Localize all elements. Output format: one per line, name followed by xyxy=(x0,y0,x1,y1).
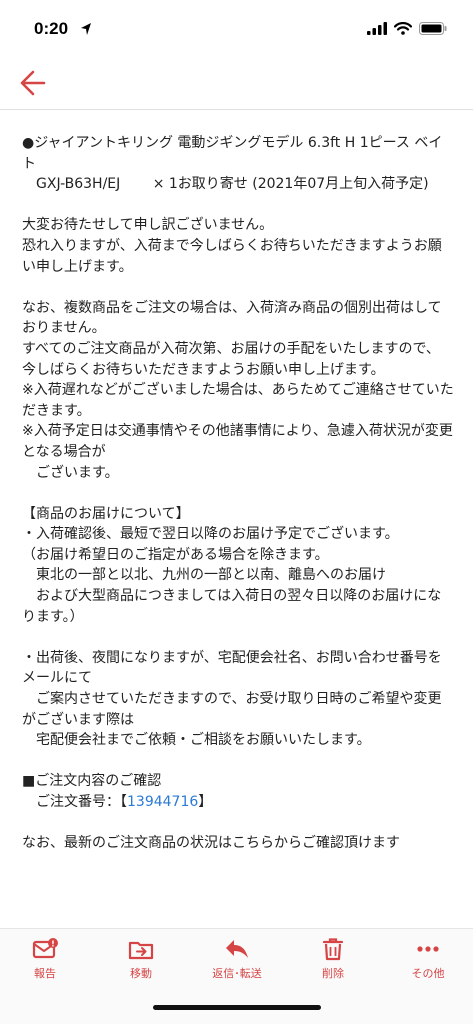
order-heading: ■ご注文内容のご確認 xyxy=(22,773,162,790)
delete-button[interactable]: 削除 xyxy=(288,937,378,981)
battery-icon xyxy=(419,22,447,35)
report-button[interactable]: ! 報告 xyxy=(0,937,90,981)
status-bar: 0:20 xyxy=(0,0,473,58)
move-button[interactable]: 移動 xyxy=(96,937,186,981)
wifi-icon xyxy=(394,22,412,35)
nav-bar xyxy=(0,58,473,110)
order-number-link[interactable]: 13944716 xyxy=(127,794,198,810)
order-number-line: ご注文番号：【13944716】 xyxy=(22,792,454,813)
reply-forward-button[interactable]: 返信･転送 xyxy=(192,937,282,981)
location-arrow-icon xyxy=(81,23,91,35)
back-button[interactable] xyxy=(18,68,50,98)
order-number-suffix: 】 xyxy=(198,794,213,810)
email-body: ●ジャイアントキリング 電動ジギングモデル 6.3ft H 1ピース ベイト G… xyxy=(22,133,454,928)
email-paragraph: 【商品のお届けについて】 ・入荷確認後、最短で翌日以降のお届け予定でございます。… xyxy=(22,505,442,625)
more-label: その他 xyxy=(411,967,445,980)
reply-icon xyxy=(226,940,248,958)
signal-icon xyxy=(367,22,387,35)
report-icon: ! xyxy=(32,938,58,959)
email-paragraph: なお、複数商品をご注文の場合は、入荷済み商品の個別出荷はしておりません。 すべて… xyxy=(22,299,454,481)
move-icon xyxy=(128,941,154,960)
status-time: 0:20 xyxy=(34,19,69,38)
email-cutoff-line: なお、最新のご注文商品の状況はこちらからご確認頂けます xyxy=(22,835,400,852)
delete-label: 削除 xyxy=(322,967,344,980)
home-indicator xyxy=(153,1005,321,1010)
reply-forward-label: 返信･転送 xyxy=(212,967,262,980)
report-label: 報告 xyxy=(34,967,56,980)
email-paragraph: ・出荷後、夜間になりますが、宅配便会社名、お問い合わせ番号をメールにて ご案内さ… xyxy=(22,649,442,749)
status-icons xyxy=(367,22,447,35)
move-label: 移動 xyxy=(130,967,152,980)
svg-text:!: ! xyxy=(51,940,55,949)
trash-icon xyxy=(322,938,344,961)
more-icon xyxy=(417,946,439,952)
email-paragraph: 大変お待たせして申し訳ございません。 恐れ入りますが、入荷まで今しばらくお待ちい… xyxy=(22,217,442,275)
back-arrow-icon xyxy=(20,70,46,96)
more-button[interactable]: その他 xyxy=(383,937,473,981)
email-paragraph: ●ジャイアントキリング 電動ジギングモデル 6.3ft H 1ピース ベイト G… xyxy=(22,135,443,193)
order-number-label: ご注文番号：【 xyxy=(22,794,127,810)
